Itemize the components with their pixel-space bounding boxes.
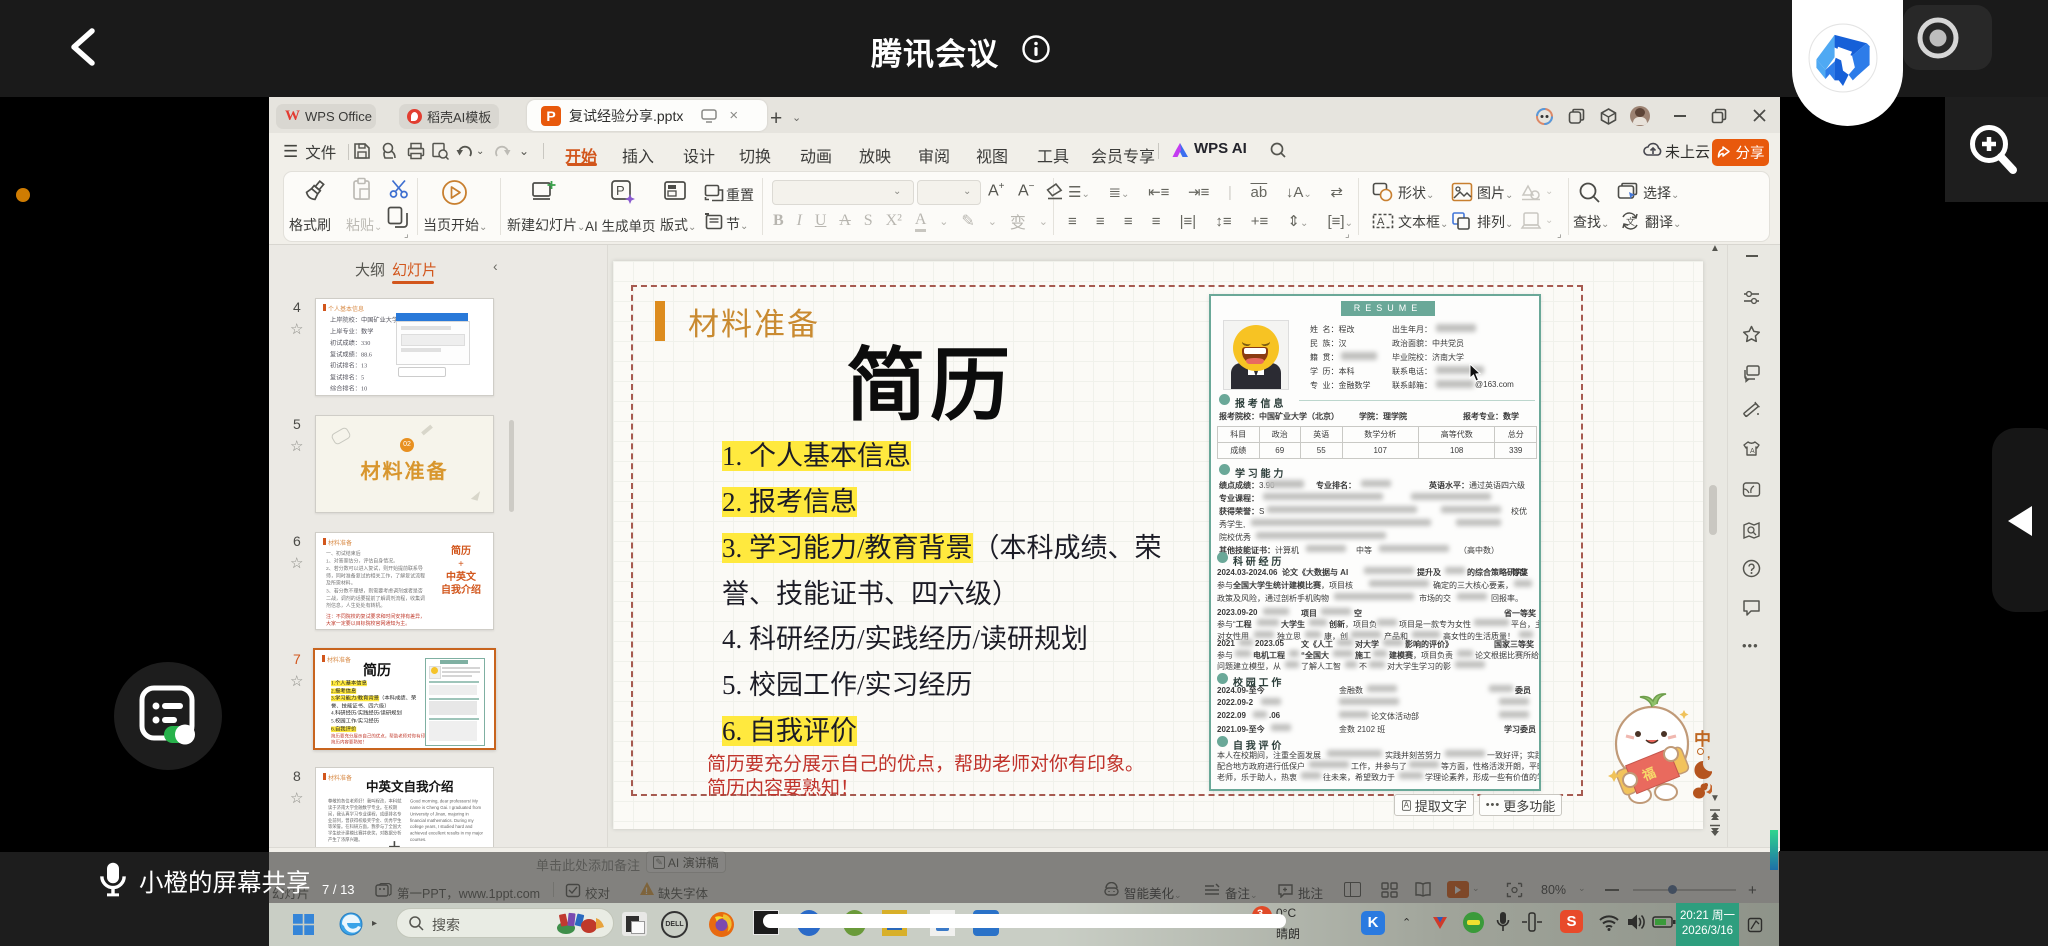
svg-text:文: 文 — [1626, 216, 1635, 227]
svg-text:A: A — [1377, 216, 1385, 228]
svg-text:A: A — [1750, 448, 1755, 455]
svg-text:P: P — [616, 183, 625, 198]
